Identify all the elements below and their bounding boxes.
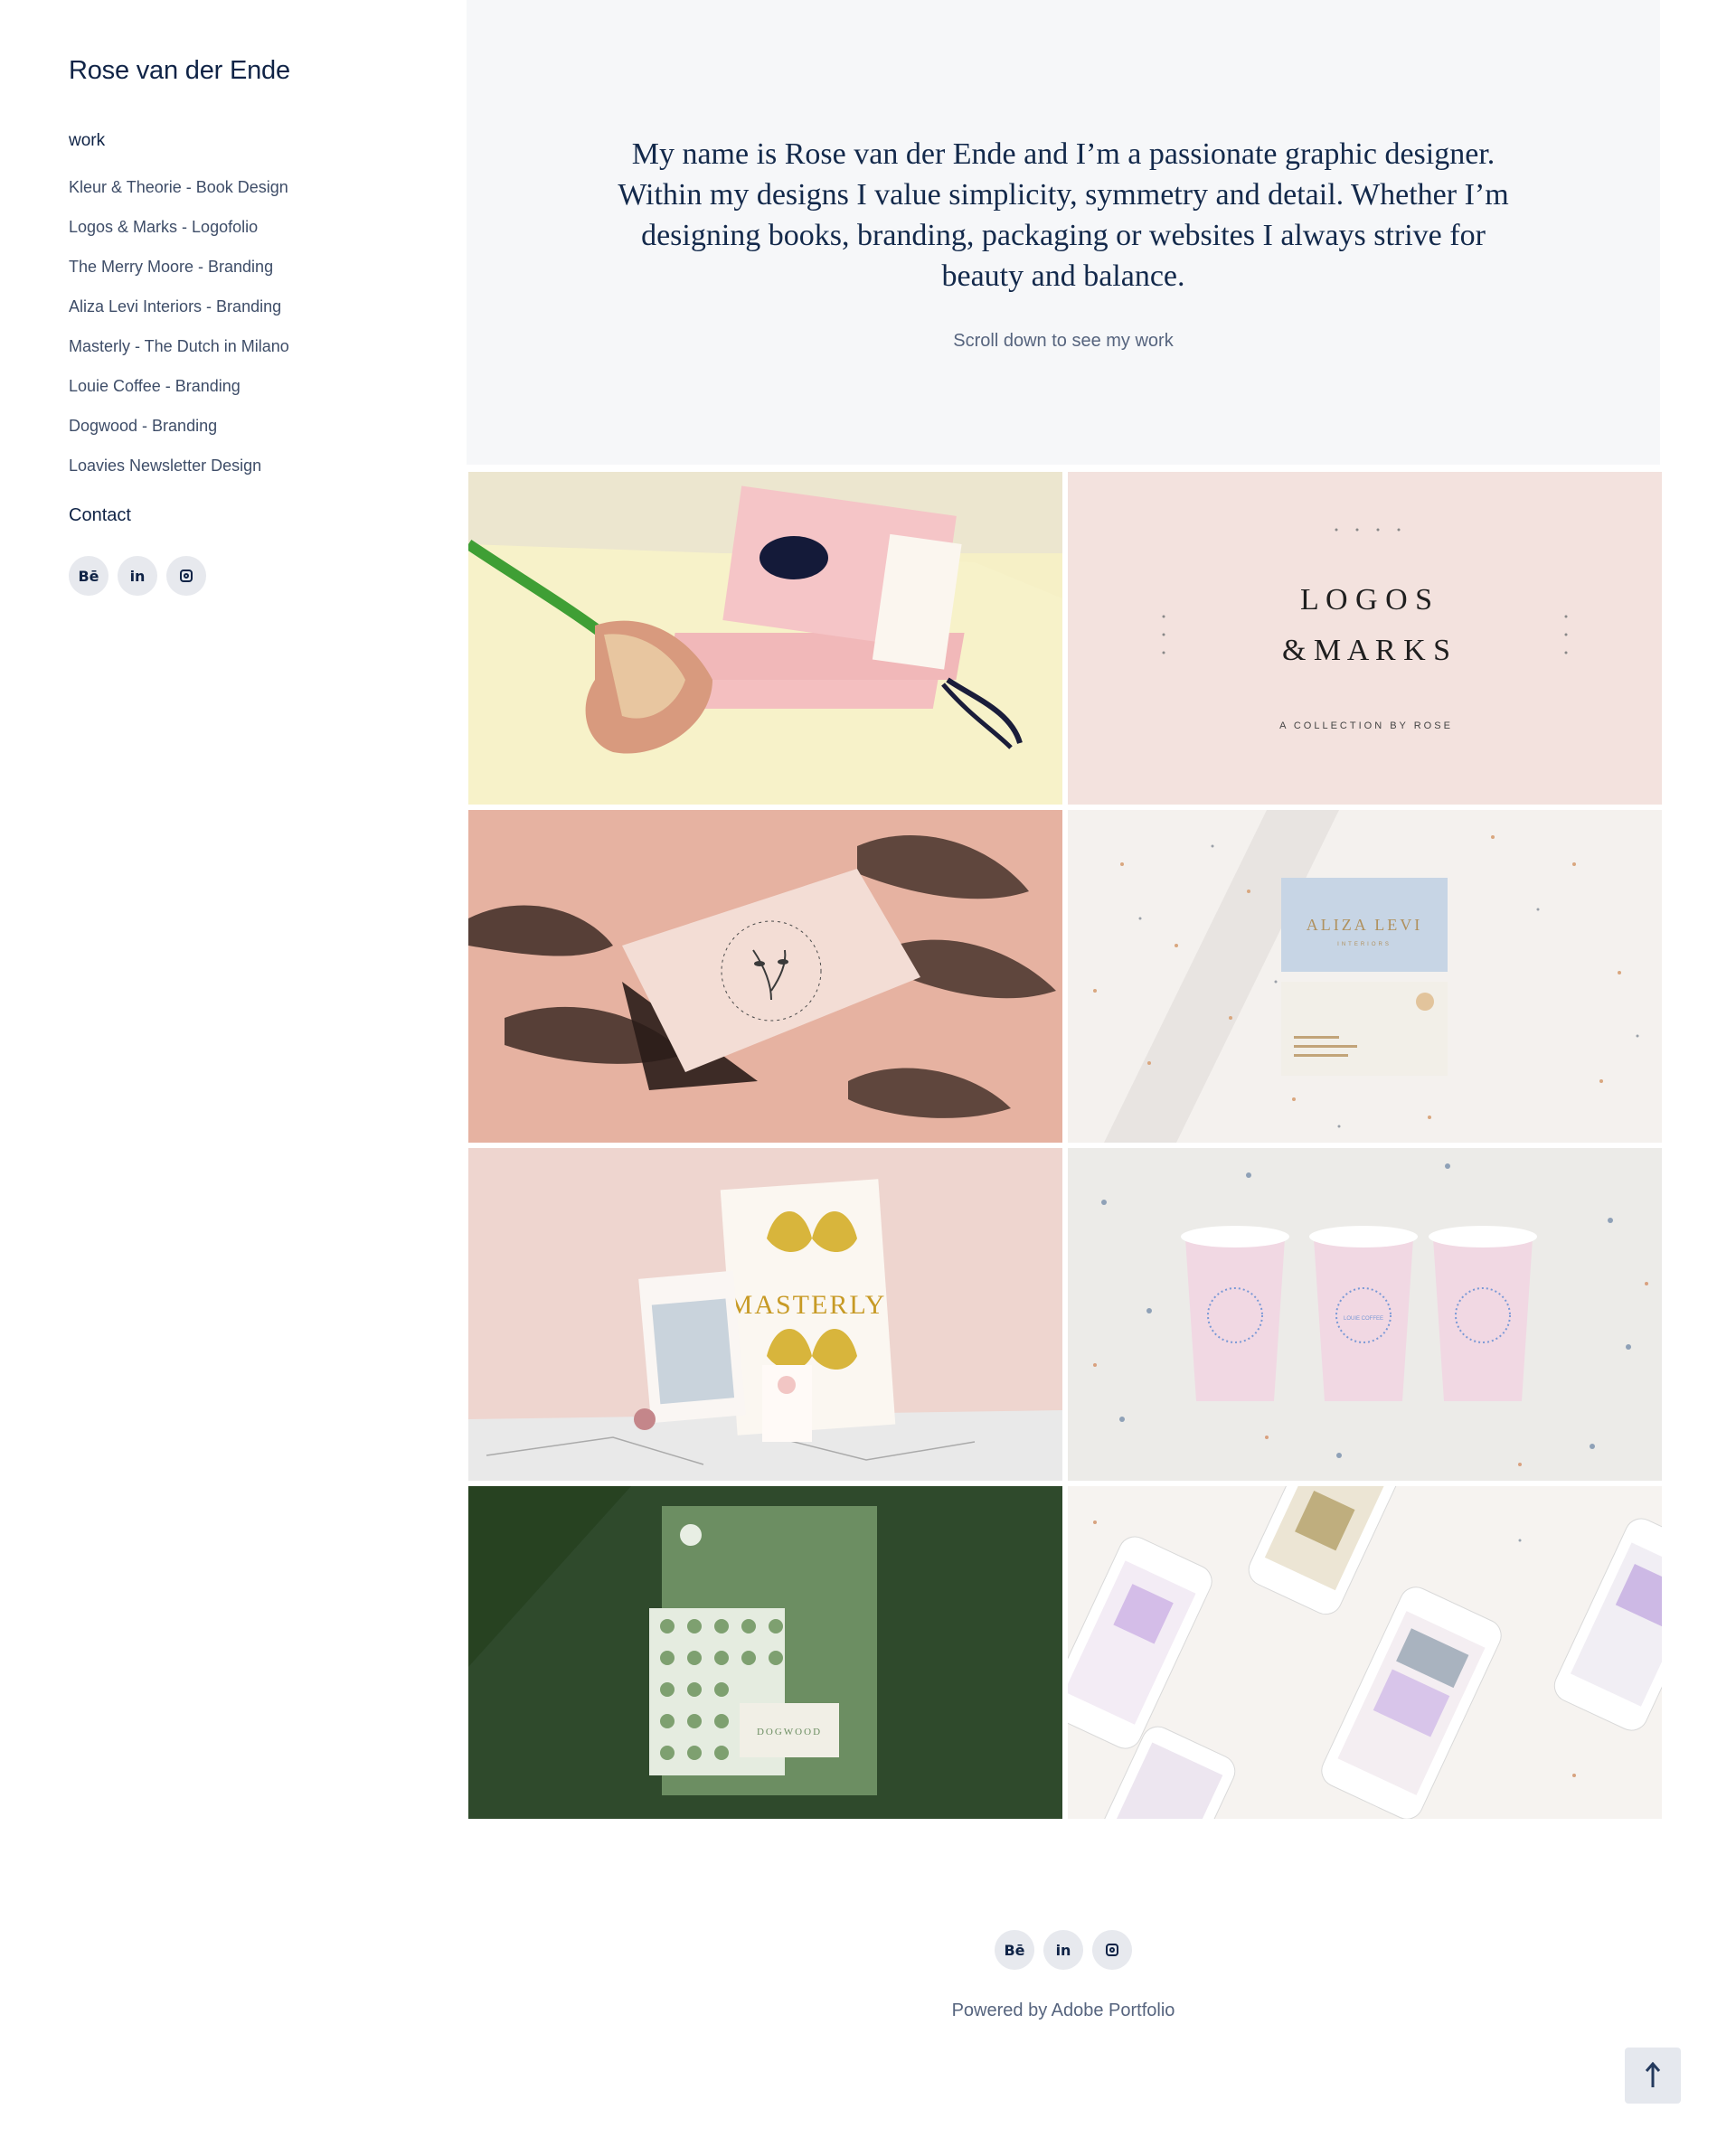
nav-item-loavies[interactable]: Loavies Newsletter Design [69, 446, 394, 485]
instagram-glyph [180, 570, 193, 582]
nav-link[interactable]: Dogwood - Branding [69, 417, 217, 435]
aliza-levi-subtitle: INTERIORS [1337, 942, 1392, 947]
aliza-levi-wordmark: ALIZA LEVI [1307, 916, 1422, 934]
site-title[interactable]: Rose van der Ende [69, 56, 394, 86]
logos-subtitle: A COLLECTION BY ROSE [1279, 720, 1453, 731]
loavies-image [1068, 1486, 1662, 1819]
nav-link[interactable]: Louie Coffee - Branding [69, 377, 241, 395]
nav-link[interactable]: Logos & Marks - Logofolio [69, 218, 258, 236]
kleur-theorie-image [468, 472, 1062, 805]
behance-glyph: Bē [78, 567, 99, 585]
linkedin-icon[interactable]: in [118, 556, 157, 596]
nav-link[interactable]: Loavies Newsletter Design [69, 457, 261, 475]
dogwood-image: DOGWOOD [468, 1486, 1062, 1819]
nav-item-aliza-levi[interactable]: Aliza Levi Interiors - Branding [69, 287, 394, 326]
footer: Bē in Powered by Adobe Portfolio [467, 1930, 1660, 2021]
nav-item-louie-coffee[interactable]: Louie Coffee - Branding [69, 366, 394, 406]
nav-item-kleur-theorie[interactable]: Kleur & Theorie - Book Design [69, 167, 394, 207]
nav-item-logos-marks[interactable]: Logos & Marks - Logofolio [69, 207, 394, 247]
nav-heading-work[interactable]: work [69, 131, 394, 151]
contact-link[interactable]: Contact [69, 505, 394, 526]
nav-item-dogwood[interactable]: Dogwood - Branding [69, 406, 394, 446]
project-tile-kleur-theorie[interactable] [468, 472, 1062, 805]
linkedin-glyph: in [1055, 1941, 1071, 1959]
nav-link[interactable]: Kleur & Theorie - Book Design [69, 178, 288, 196]
intro-text: My name is Rose van der Ende and I’m a p… [618, 137, 1509, 293]
back-to-top-button[interactable] [1625, 2048, 1681, 2104]
sidebar-social-links: Bē in [69, 556, 394, 596]
project-tile-merry-moore[interactable] [468, 810, 1062, 1143]
scroll-hint: Scroll down to see my work [953, 331, 1174, 351]
behance-icon[interactable]: Bē [995, 1930, 1034, 1970]
instagram-glyph [1106, 1944, 1118, 1956]
louie-coffee-wordmark: LOUIE COFFEE [1344, 1316, 1383, 1322]
logos-title-line2: & M A R K S [1282, 634, 1450, 667]
nav-item-masterly[interactable]: Masterly - The Dutch in Milano [69, 326, 394, 366]
project-grid: L O G O S & M A R K S A COLLECTION BY RO… [468, 472, 1662, 1819]
intro-hero: My name is Rose van der Ende and I’m a p… [467, 0, 1660, 465]
instagram-icon[interactable] [1092, 1930, 1132, 1970]
project-tile-masterly[interactable]: MASTERLY [468, 1148, 1062, 1481]
powered-by-link[interactable]: Powered by Adobe Portfolio [467, 2001, 1660, 2021]
project-tile-dogwood[interactable]: DOGWOOD [468, 1486, 1062, 1819]
aliza-levi-image: ALIZA LEVI INTERIORS [1068, 810, 1662, 1143]
footer-social-links: Bē in [467, 1930, 1660, 1970]
project-tile-louie-coffee[interactable]: LOUIE COFFEE [1068, 1148, 1662, 1481]
merry-moore-image [468, 810, 1062, 1143]
louie-coffee-image: LOUIE COFFEE [1068, 1148, 1662, 1481]
nav-link[interactable]: The Merry Moore - Branding [69, 258, 273, 276]
project-nav: Kleur & Theorie - Book Design Logos & Ma… [69, 167, 394, 485]
arrow-up-icon [1645, 2062, 1661, 2087]
nav-item-merry-moore[interactable]: The Merry Moore - Branding [69, 247, 394, 287]
nav-link[interactable]: Aliza Levi Interiors - Branding [69, 297, 281, 315]
linkedin-icon[interactable]: in [1043, 1930, 1083, 1970]
linkedin-glyph: in [129, 567, 146, 585]
sidebar: Rose van der Ende work Kleur & Theorie -… [69, 56, 394, 596]
masterly-image: MASTERLY [468, 1148, 1062, 1481]
project-tile-loavies[interactable] [1068, 1486, 1662, 1819]
logos-marks-image: L O G O S & M A R K S A COLLECTION BY RO… [1068, 472, 1662, 805]
nav-link[interactable]: Masterly - The Dutch in Milano [69, 337, 289, 355]
behance-glyph: Bē [1004, 1941, 1025, 1959]
dogwood-wordmark: DOGWOOD [757, 1727, 822, 1737]
behance-icon[interactable]: Bē [69, 556, 108, 596]
instagram-icon[interactable] [166, 556, 206, 596]
project-tile-aliza-levi[interactable]: ALIZA LEVI INTERIORS [1068, 810, 1662, 1143]
masterly-wordmark: MASTERLY [729, 1290, 887, 1320]
logos-title-line1: L O G O S [1300, 583, 1432, 617]
project-tile-logos-marks[interactable]: L O G O S & M A R K S A COLLECTION BY RO… [1068, 472, 1662, 805]
